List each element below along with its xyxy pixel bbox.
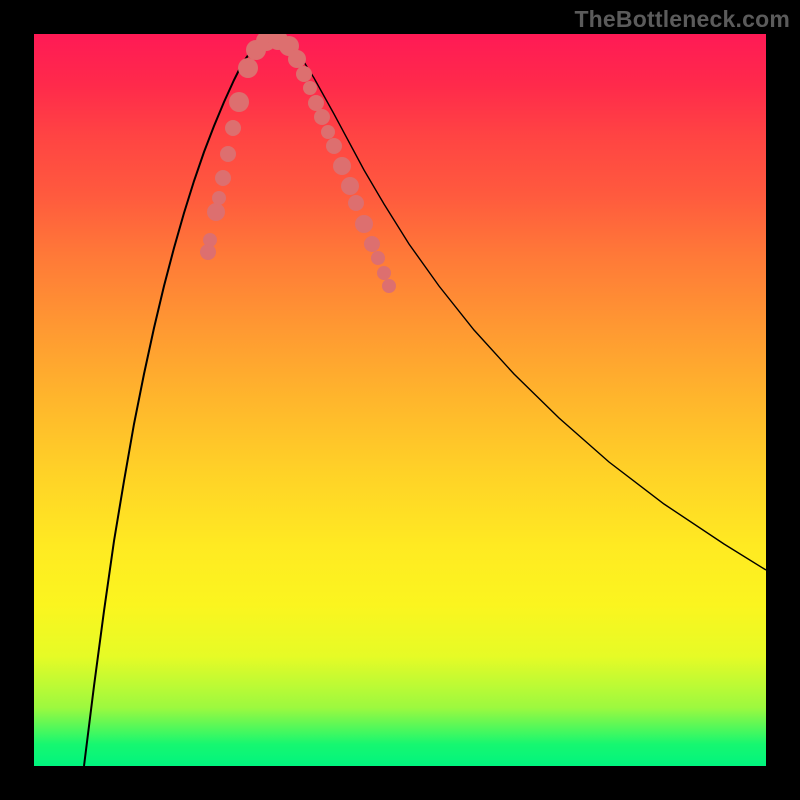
plot-area bbox=[34, 34, 766, 766]
data-dot bbox=[225, 120, 241, 136]
data-dot bbox=[314, 109, 330, 125]
data-dot bbox=[348, 195, 364, 211]
data-dot bbox=[203, 233, 217, 247]
data-dot bbox=[355, 215, 373, 233]
data-dot bbox=[238, 58, 258, 78]
data-dot bbox=[212, 191, 226, 205]
right-curve bbox=[279, 37, 766, 570]
data-dot bbox=[341, 177, 359, 195]
data-dot bbox=[371, 251, 385, 265]
data-dot bbox=[377, 266, 391, 280]
watermark-text: TheBottleneck.com bbox=[574, 6, 790, 33]
data-dot bbox=[303, 81, 317, 95]
chart-svg bbox=[34, 34, 766, 766]
data-dot bbox=[296, 66, 312, 82]
data-dot bbox=[382, 279, 396, 293]
data-dot bbox=[308, 95, 324, 111]
data-dot bbox=[207, 203, 225, 221]
data-dot bbox=[326, 138, 342, 154]
chart-frame: TheBottleneck.com bbox=[0, 0, 800, 800]
data-dot bbox=[215, 170, 231, 186]
data-dot bbox=[333, 157, 351, 175]
data-dot bbox=[364, 236, 380, 252]
data-dot bbox=[288, 50, 306, 68]
left-curve bbox=[84, 37, 269, 766]
data-dot bbox=[229, 92, 249, 112]
data-dot bbox=[321, 125, 335, 139]
data-dot bbox=[220, 146, 236, 162]
